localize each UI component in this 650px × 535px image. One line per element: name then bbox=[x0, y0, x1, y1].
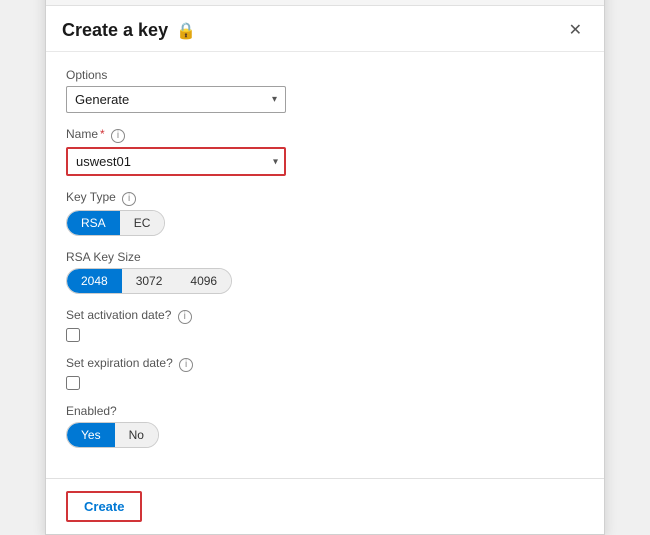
activation-date-group: Set activation date? i bbox=[66, 308, 584, 342]
name-required: * bbox=[100, 127, 105, 141]
expiration-date-group: Set expiration date? i bbox=[66, 356, 584, 390]
title-row: Create a key 🔒 bbox=[62, 20, 196, 41]
key-type-ec[interactable]: EC bbox=[120, 211, 165, 235]
key-type-toggle: RSA EC bbox=[66, 210, 165, 236]
enabled-label: Enabled? bbox=[66, 404, 584, 418]
name-field-container: ▾ bbox=[66, 147, 286, 176]
activation-checkbox-row bbox=[66, 328, 584, 342]
enabled-yes[interactable]: Yes bbox=[67, 423, 115, 447]
rsa-3072[interactable]: 3072 bbox=[122, 269, 177, 293]
expiration-date-label: Set expiration date? i bbox=[66, 356, 584, 372]
lock-icon: 🔒 bbox=[176, 21, 196, 41]
name-label: Name* i bbox=[66, 127, 584, 143]
options-group: Options Generate ▾ bbox=[66, 68, 584, 113]
enabled-group: Enabled? Yes No bbox=[66, 404, 584, 448]
name-group: Name* i ▾ bbox=[66, 127, 584, 176]
activation-checkbox[interactable] bbox=[66, 328, 80, 342]
key-type-info-icon[interactable]: i bbox=[122, 192, 136, 206]
expiration-info-icon[interactable]: i bbox=[179, 358, 193, 372]
expiration-checkbox-row bbox=[66, 376, 584, 390]
options-value: Generate bbox=[75, 92, 129, 107]
rsa-key-size-segment: 2048 3072 4096 bbox=[66, 268, 232, 294]
name-info-icon[interactable]: i bbox=[111, 129, 125, 143]
activation-date-label: Set activation date? i bbox=[66, 308, 584, 324]
modal-title: Create a key bbox=[62, 20, 168, 41]
close-button[interactable]: ✕ bbox=[563, 21, 588, 41]
key-type-group: Key Type i RSA EC bbox=[66, 190, 584, 236]
create-button[interactable]: Create bbox=[66, 491, 142, 522]
name-input[interactable] bbox=[66, 147, 286, 176]
rsa-2048[interactable]: 2048 bbox=[67, 269, 122, 293]
modal-footer: Create bbox=[46, 478, 604, 534]
key-type-rsa[interactable]: RSA bbox=[67, 211, 120, 235]
options-chevron-icon: ▾ bbox=[272, 94, 277, 105]
modal-container: Home > Select your Azure Data Box > Orde… bbox=[45, 0, 605, 535]
activation-info-icon[interactable]: i bbox=[178, 310, 192, 324]
rsa-key-size-group: RSA Key Size 2048 3072 4096 bbox=[66, 250, 584, 294]
enabled-toggle: Yes No bbox=[66, 422, 159, 448]
modal-body: Options Generate ▾ Name* i ▾ Key Type i bbox=[46, 52, 604, 478]
enabled-no[interactable]: No bbox=[115, 423, 158, 447]
rsa-4096[interactable]: 4096 bbox=[176, 269, 231, 293]
rsa-key-size-label: RSA Key Size bbox=[66, 250, 584, 264]
expiration-checkbox[interactable] bbox=[66, 376, 80, 390]
modal-header: Create a key 🔒 ✕ bbox=[46, 6, 604, 52]
options-label: Options bbox=[66, 68, 584, 82]
key-type-label: Key Type i bbox=[66, 190, 584, 206]
options-select[interactable]: Generate ▾ bbox=[66, 86, 286, 113]
